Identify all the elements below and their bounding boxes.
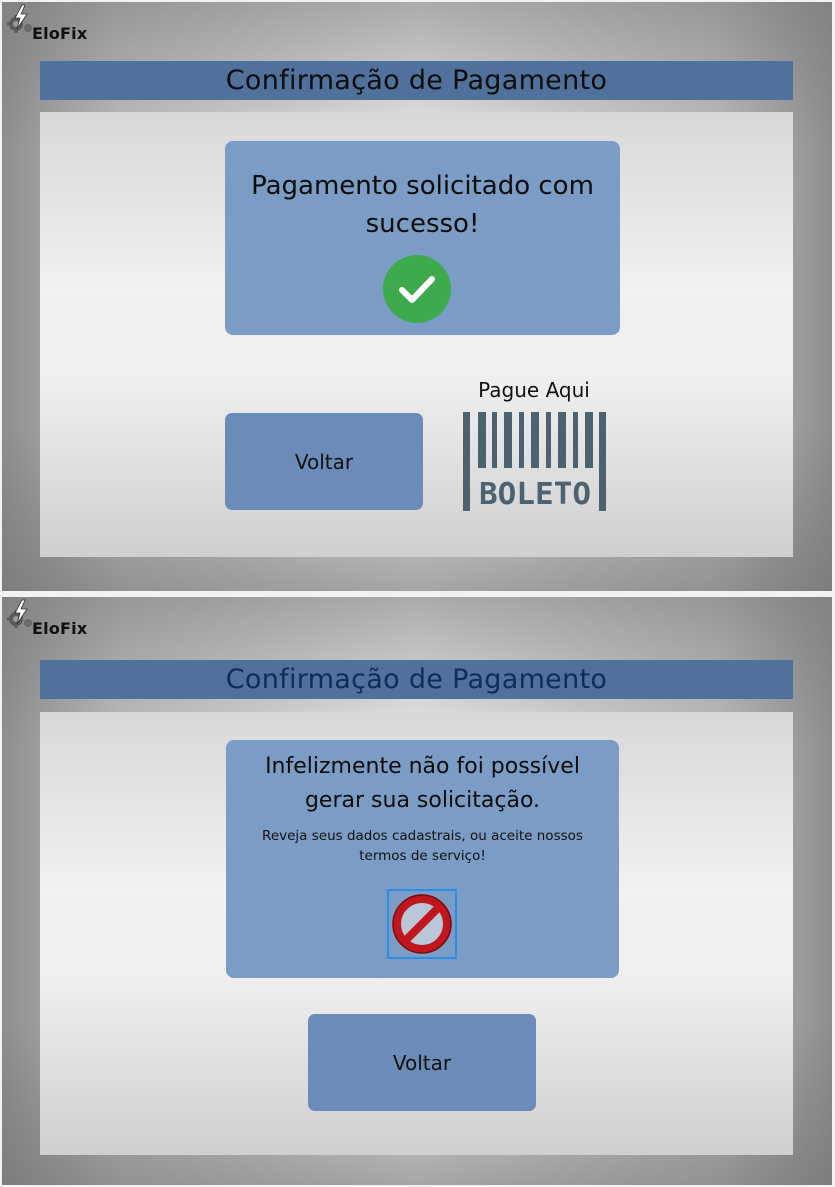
back-button[interactable]: Voltar — [225, 413, 423, 510]
header-bar: Confirmação de Pagamento — [40, 61, 793, 100]
elofix-logo[interactable]: EloFix — [6, 4, 96, 48]
logo-text: EloFix — [32, 619, 88, 638]
payment-success-screen: EloFix Confirmação de Pagamento Pagament… — [2, 2, 832, 591]
success-message-card: Pagamento solicitado com sucesso! — [225, 141, 620, 335]
content-panel: Pagamento solicitado com sucesso! Voltar… — [40, 112, 793, 557]
page-title: Confirmação de Pagamento — [225, 664, 608, 695]
header-bar: Confirmação de Pagamento — [40, 660, 793, 699]
error-message-card: Infelizmente não foi possível gerar sua … — [226, 740, 619, 978]
forbidden-icon — [387, 889, 457, 959]
check-circle-icon — [383, 255, 451, 323]
lightning-gear-icon — [7, 599, 32, 628]
page-title: Confirmação de Pagamento — [225, 65, 608, 96]
logo-text: EloFix — [32, 24, 88, 43]
back-button[interactable]: Voltar — [308, 1014, 536, 1111]
lightning-gear-icon — [7, 4, 32, 33]
boleto-text: BOLETO — [479, 477, 591, 512]
content-panel: Infelizmente não foi possível gerar sua … — [40, 712, 793, 1155]
pay-here-label: Pague Aqui — [478, 378, 590, 402]
elofix-logo[interactable]: EloFix — [6, 599, 96, 643]
message-subtitle: Reveja seus dados cadastrais, ou aceite … — [262, 828, 583, 865]
message-title: Pagamento solicitado com sucesso! — [251, 171, 594, 239]
message-title: Infelizmente não foi possível gerar sua … — [265, 754, 580, 814]
payment-error-screen: EloFix Confirmação de Pagamento Infelizm… — [2, 597, 832, 1185]
barcode-boleto-icon[interactable]: BOLETO — [463, 412, 607, 512]
